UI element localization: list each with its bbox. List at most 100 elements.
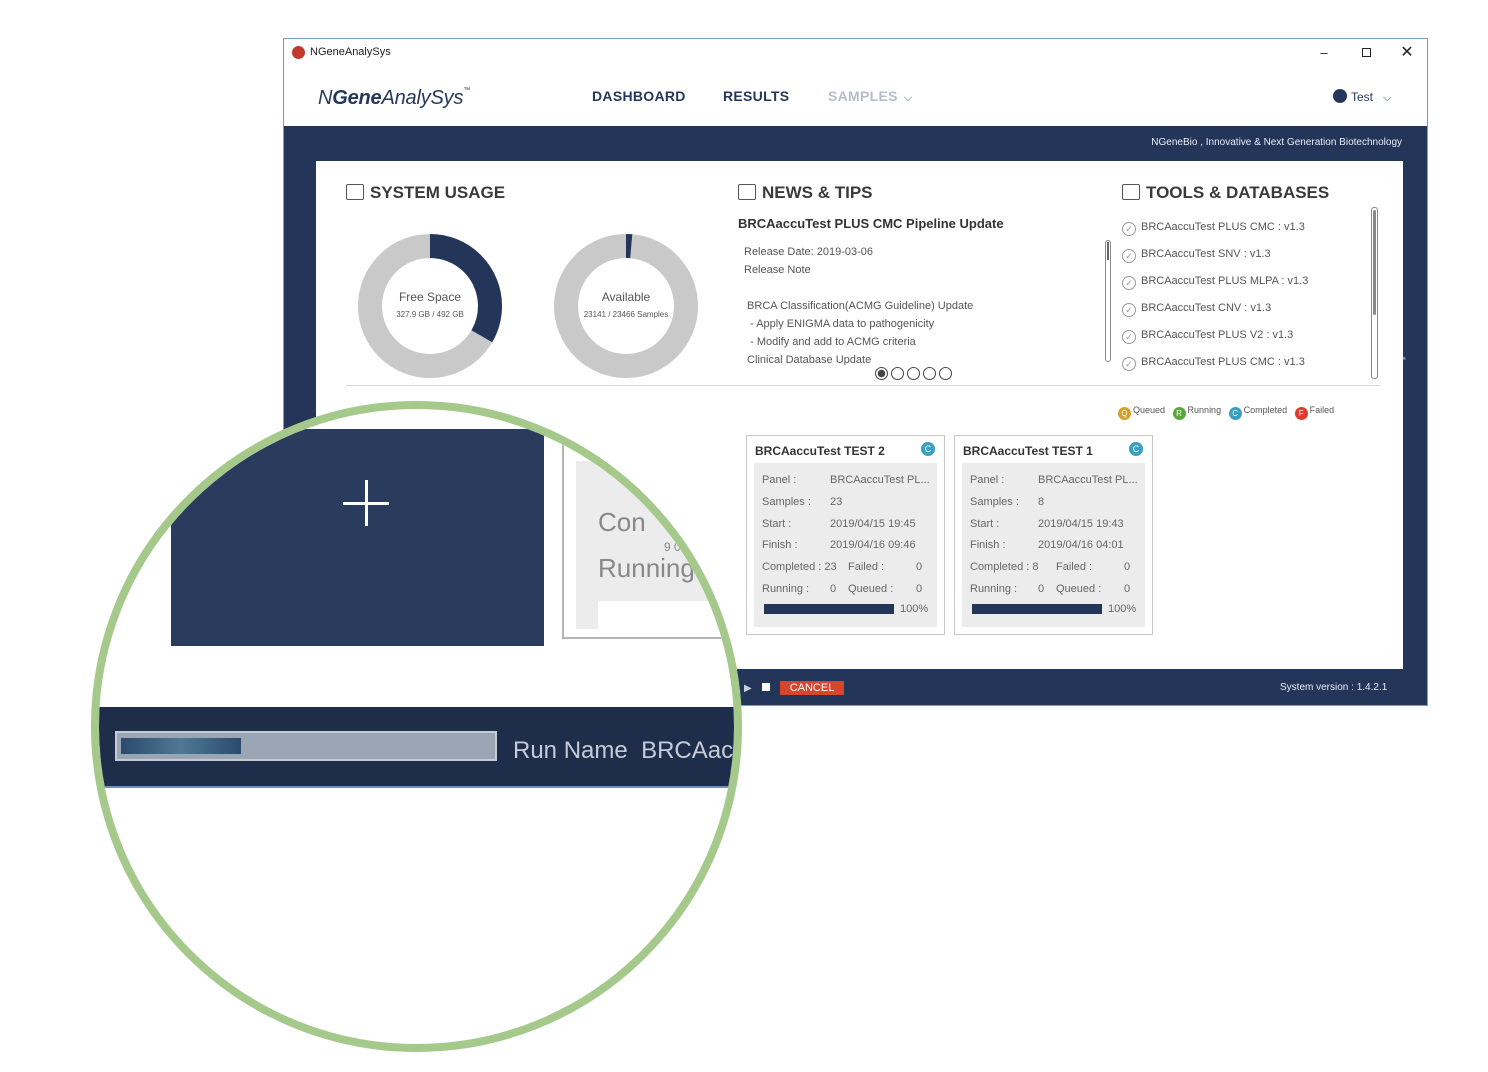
legend-failed: F Failed [1294,405,1335,420]
new-analysis-button[interactable] [171,429,544,646]
run-completed-row: Completed : 23 Failed : 0 [762,561,922,573]
window-edge [99,786,734,788]
failed-icon: F [1294,407,1308,420]
news-body: Release Date: 2019-03-06 Release Note BR… [744,243,1104,365]
run-progress-track [598,601,728,637]
news-scrollbar[interactable] [1105,240,1111,362]
check-circle-icon: ✓ [1122,330,1136,344]
app-logo-icon [292,46,305,59]
label: Finish : [762,539,798,551]
run-start-row: Start : 2019/04/15 19:45 [762,518,916,530]
zoomed-text: Con [598,507,646,537]
title-bar: NGeneAnalySys – ✕ [284,39,1427,67]
legend-label: Queued [1133,405,1166,415]
legend-label: Running [1187,405,1222,415]
check-circle-icon: ✓ [1122,303,1136,317]
brand-logo: NGeneAnalySys™ [318,87,471,109]
play-button[interactable]: ▶ [744,683,752,694]
news-page-dot[interactable] [875,367,888,381]
legend-label: Failed [1309,405,1335,415]
completed-status-icon: C [921,442,935,456]
tool-item: ✓ BRCAaccuTest PLUS MLPA : v1.3 [1122,272,1322,299]
tool-item: ✓ BRCAaccuTest PLUS CMC : v1.3 [1122,353,1322,380]
cancel-button[interactable]: CANCEL [779,681,845,695]
tab-dashboard[interactable]: DASHBOARD [592,88,686,104]
run-panel-value: RCAaccuTest PL... [624,467,725,481]
completed-icon: C [1228,407,1242,420]
run-progress-text: 100% [900,603,929,615]
label: Samples : [762,496,811,508]
news-page-dot[interactable] [923,367,936,381]
news-headline[interactable]: BRCAaccuTest PLUS CMC Pipeline Update [738,216,1004,231]
disk-label: Free Space [398,290,462,304]
disk-detail: 327.9 GB / 492 GB [396,310,464,319]
news-page-dot[interactable] [907,367,920,381]
value: 0 [1124,583,1131,595]
check-circle-icon: ✓ [1122,222,1136,236]
label: Finish : [970,539,1006,551]
label: Start : [970,518,1000,530]
run-card-body: Panel : BRCAaccuTest PL... Samples : 8 Sta… [962,463,1145,627]
tab-samples-label: SAMPLES [828,88,898,104]
run-card-test3-zoomed[interactable]: cuTest TEST 3 Q RCAaccuTest PL... Con 9 … [562,429,734,639]
news-line: - Apply ENIGMA data to pathogenicity [744,318,935,330]
news-line: Release Date: 2019-03-06 [744,246,874,258]
run-running-row: Running : 0 Queued : 0 [970,583,1130,595]
tool-item-label: BRCAaccuTest CNV : v1.3 [1141,302,1272,314]
chevron-down-icon: ⌵ [903,92,913,104]
user-name: Test [1351,90,1374,104]
label: Panel : [762,474,797,486]
run-card-title: cuTest TEST 3 [582,442,671,457]
maximize-button[interactable] [1352,43,1380,63]
run-finish-row: Finish : 2019/04/16 09:46 [762,539,916,551]
label: Failed : [848,561,885,573]
run-finish-row: Finish : 2019/04/16 04:01 [970,539,1124,551]
zoomed-zero: 0 [706,583,713,597]
run-card-title: BRCAaccuTest TEST 2 [755,444,885,458]
value: 2019/04/16 04:01 [1038,539,1124,551]
database-icon [1122,184,1140,200]
run-name-label: Run Name [513,737,628,764]
label: Queued : [1056,583,1102,595]
system-usage-title-text: SYSTEM USAGE [370,183,506,202]
samples-usage-chart [554,234,698,378]
news-line: BRCA Classification(ACMG Guideline) Upda… [744,300,974,312]
minimize-button[interactable]: – [1310,43,1338,63]
run-progress-bar [764,604,894,614]
plus-icon [337,474,397,534]
value: 23 [830,496,843,508]
samples-detail: 23141 / 23466 Samples [583,310,669,319]
run-panel-row: Panel : BRCAaccuTest PL... [970,474,1138,486]
label: Completed : [762,561,822,573]
stop-button[interactable] [761,683,770,691]
news-line [744,279,1104,297]
tool-item: ✓ BRCAaccuTest CNV : v1.3 [1122,299,1322,326]
tab-samples[interactable]: SAMPLES ⌵ [828,88,912,105]
check-circle-icon: ✓ [1122,276,1136,290]
news-title-text: NEWS & TIPS [762,183,873,202]
tool-item: ✓ BRCAaccuTest PLUS CMC : v1.3 [1122,218,1322,245]
value: 0 [830,583,837,595]
samples-usage-donut: Available 23141 / 23466 Samples [553,233,699,379]
zoom-content: cuTest TEST 3 Q RCAaccuTest PL... Con 9 … [99,409,734,1044]
system-usage-title: SYSTEM USAGE [346,183,505,203]
close-button[interactable]: ✕ [1393,43,1421,63]
tools-title: TOOLS & DATABASES [1122,183,1329,203]
company-tagline: NGeneBio , Innovative & Next Generation … [1151,137,1402,148]
zoomed-time: 9 09:27 [664,540,705,554]
news-line: Clinical Database Update [744,354,872,365]
run-card-test2[interactable]: BRCAaccuTest TEST 2 C Panel : BRCAaccuTes… [746,435,945,635]
user-menu[interactable]: Test ⌵ [1333,89,1391,105]
news-page-dot[interactable] [891,367,904,381]
news-page-dot[interactable] [939,367,952,381]
disk-usage-chart [358,234,502,378]
tools-scrollbar[interactable] [1371,207,1378,379]
run-card-title: BRCAaccuTest TEST 1 [963,444,1093,458]
tool-item: ✓ BRCAaccuTest SNV : v1.3 [1122,245,1322,272]
value: 2019/04/15 19:45 [830,518,916,530]
newspaper-icon [738,184,756,200]
tab-results[interactable]: RESULTS [723,88,789,104]
value: BRCAaccuTest PL... [1038,474,1138,486]
run-card-test1[interactable]: BRCAaccuTest TEST 1 C Panel : BRCAaccuTes… [954,435,1153,635]
running-icon: R [1172,407,1186,420]
